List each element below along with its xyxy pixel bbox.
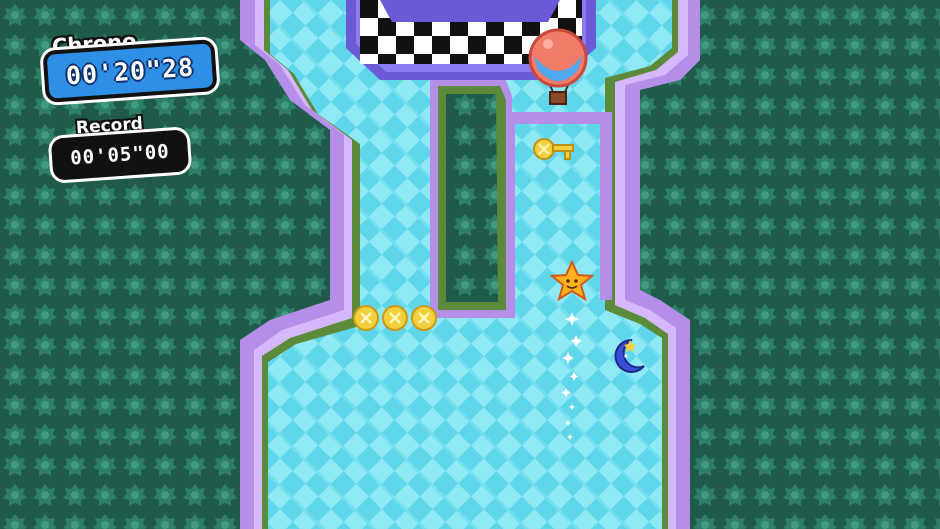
coin	[382, 305, 408, 331]
game-screen: Chrono 00'20"28 Record 00'05"00	[0, 0, 940, 529]
coin	[353, 305, 379, 331]
coin-row	[353, 305, 437, 331]
record-time: 00'05"00	[69, 140, 171, 170]
coin	[411, 305, 437, 331]
chrono-time: 00'20"28	[64, 52, 196, 90]
